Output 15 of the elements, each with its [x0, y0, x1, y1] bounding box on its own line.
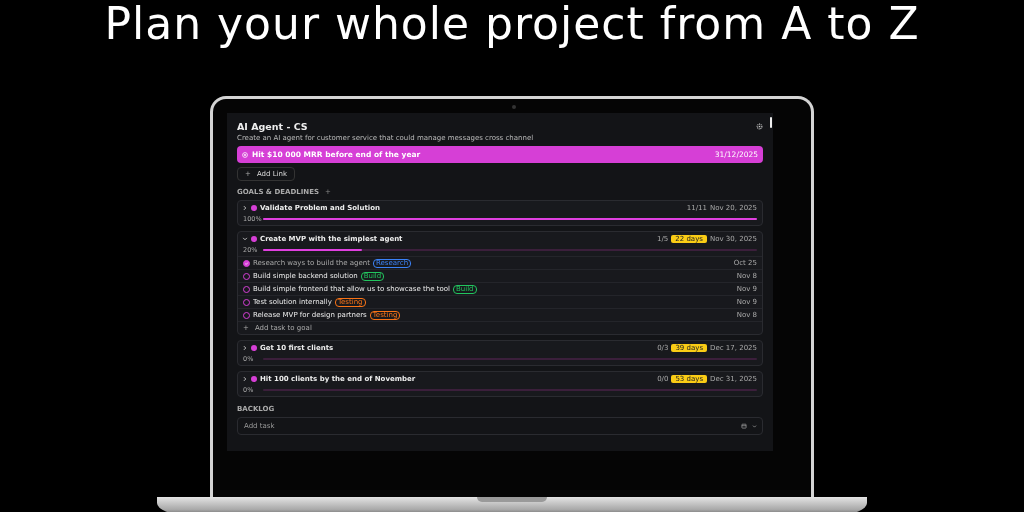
camera-icon	[512, 105, 516, 109]
status-dot	[251, 345, 257, 351]
checked-circle-icon[interactable]	[243, 259, 250, 267]
status-dot	[251, 376, 257, 382]
scrollbar[interactable]	[770, 117, 772, 128]
headline: Plan your whole project from A to Z	[104, 0, 920, 51]
chevron-right-icon[interactable]	[242, 205, 248, 211]
chevron-right-icon[interactable]	[242, 376, 248, 382]
status-dot	[251, 205, 257, 211]
status-dot	[251, 236, 257, 242]
chevron-right-icon[interactable]	[242, 345, 248, 351]
chevron-down-icon[interactable]	[752, 423, 757, 429]
chevron-down-icon[interactable]	[242, 236, 248, 242]
project-title: AI Agent - CS	[237, 121, 308, 132]
target-icon	[242, 151, 248, 158]
